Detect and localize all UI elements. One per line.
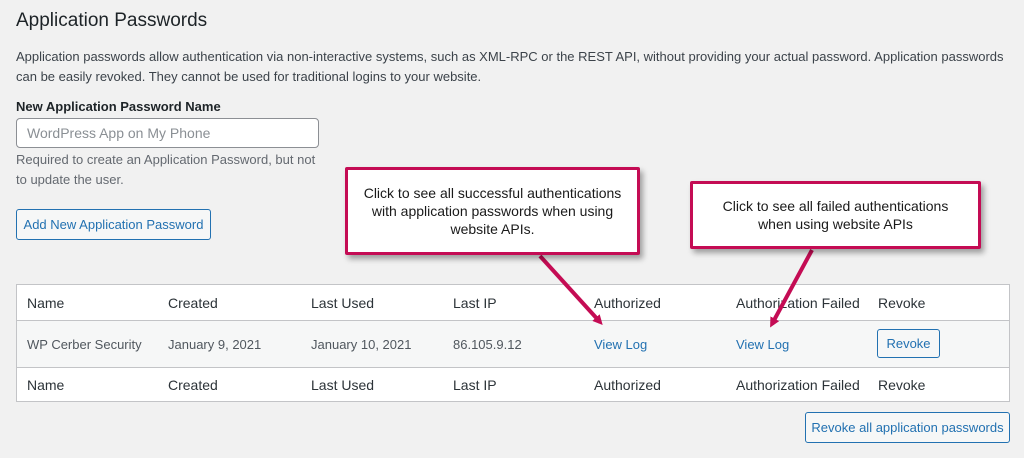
column-footer-authorization-failed: Authorization Failed bbox=[736, 377, 860, 393]
table-footer-row: Name Created Last Used Last IP Authorize… bbox=[17, 367, 1009, 402]
new-password-name-label: New Application Password Name bbox=[16, 99, 221, 114]
column-header-authorization-failed: Authorization Failed bbox=[736, 294, 860, 311]
revoke-all-application-passwords-button[interactable]: Revoke all application passwords bbox=[805, 412, 1010, 443]
revoke-button[interactable]: Revoke bbox=[877, 329, 940, 358]
failed-view-log-link[interactable]: View Log bbox=[736, 337, 789, 352]
column-footer-name: Name bbox=[27, 377, 65, 393]
table-header-row: Name Created Last Used Last IP Authorize… bbox=[17, 285, 1009, 321]
section-title: Application Passwords bbox=[16, 10, 208, 31]
column-footer-created: Created bbox=[168, 377, 218, 393]
column-header-created: Created bbox=[168, 294, 218, 311]
row-last-ip: 86.105.9.12 bbox=[453, 336, 522, 352]
column-header-name: Name bbox=[27, 294, 65, 311]
application-passwords-table: Name Created Last Used Last IP Authorize… bbox=[16, 284, 1010, 402]
authorized-view-log-link[interactable]: View Log bbox=[594, 337, 647, 352]
row-name: WP Cerber Security bbox=[27, 336, 142, 352]
new-password-name-hint: Required to create an Application Passwo… bbox=[16, 152, 316, 187]
column-footer-last-ip: Last IP bbox=[453, 377, 497, 393]
add-new-application-password-button[interactable]: Add New Application Password bbox=[16, 209, 211, 240]
callout-authorized-note: Click to see all successful authenticati… bbox=[345, 167, 640, 255]
column-header-revoke: Revoke bbox=[878, 294, 926, 311]
table-row: WP Cerber Security January 9, 2021 Janua… bbox=[17, 321, 1009, 367]
row-last-used: January 10, 2021 bbox=[311, 336, 412, 352]
column-header-last-ip: Last IP bbox=[453, 294, 497, 311]
column-footer-last-used: Last Used bbox=[311, 377, 375, 393]
column-footer-revoke: Revoke bbox=[878, 377, 926, 393]
new-password-name-input[interactable] bbox=[16, 118, 319, 148]
row-created: January 9, 2021 bbox=[168, 336, 262, 352]
column-header-last-used: Last Used bbox=[311, 294, 375, 311]
section-description: Application passwords allow authenticati… bbox=[16, 49, 1004, 84]
callout-failed-note: Click to see all failed authentications … bbox=[690, 181, 981, 249]
column-header-authorized: Authorized bbox=[594, 294, 661, 311]
column-footer-authorized: Authorized bbox=[594, 377, 661, 393]
